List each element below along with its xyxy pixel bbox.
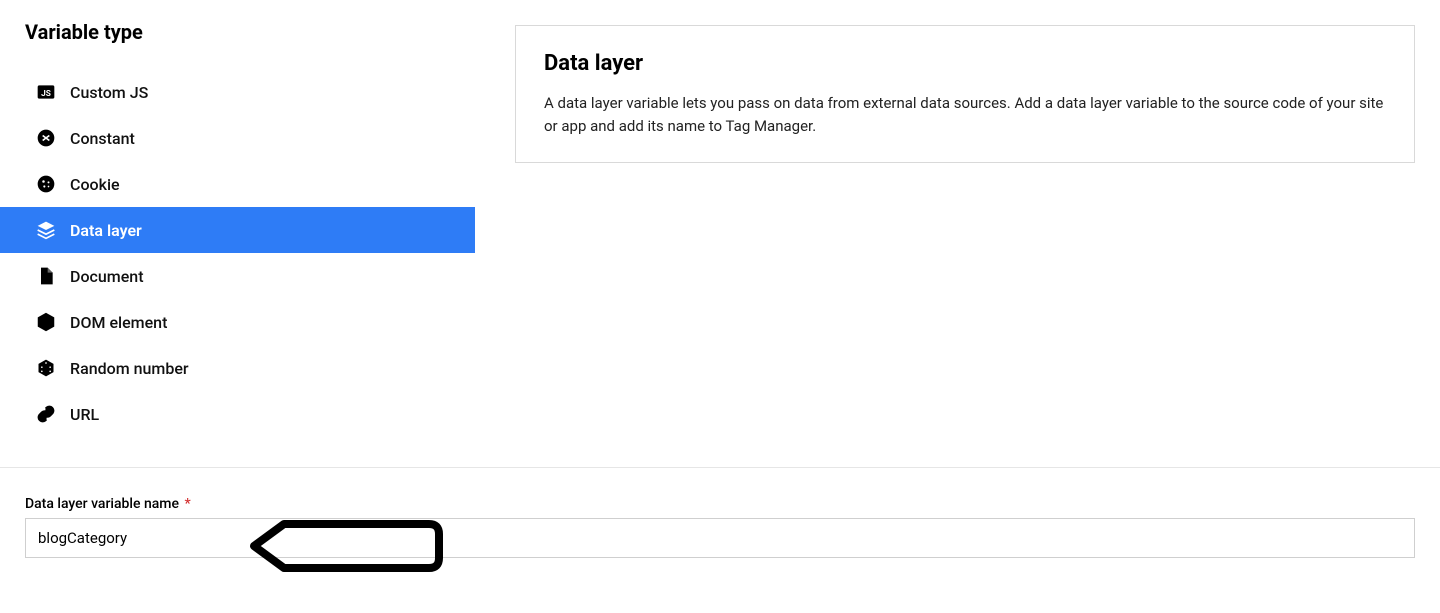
sidebar-title: Variable type — [25, 20, 475, 44]
var-item-constant[interactable]: Constant — [0, 115, 475, 161]
var-item-url[interactable]: URL — [0, 391, 475, 437]
svg-text:JS: JS — [41, 89, 51, 99]
detail-panel: Data layer A data layer variable lets yo… — [515, 20, 1440, 437]
cookie-icon — [36, 174, 56, 194]
var-item-label: Random number — [70, 359, 189, 378]
upper-section: Variable type JS Custom JS Constant — [0, 0, 1440, 467]
var-item-document[interactable]: Document — [0, 253, 475, 299]
var-item-label: Document — [70, 267, 144, 286]
variable-name-input[interactable] — [25, 518, 1415, 558]
detail-title: Data layer — [544, 51, 1386, 76]
variable-type-sidebar: Variable type JS Custom JS Constant — [25, 20, 475, 437]
form-section: Data layer variable name * — [0, 468, 1440, 566]
variable-type-list: JS Custom JS Constant Cookie — [0, 69, 475, 437]
var-item-data-layer[interactable]: Data layer — [0, 207, 475, 253]
var-item-label: Data layer — [70, 221, 142, 240]
cube-icon — [36, 312, 56, 332]
var-item-label: DOM element — [70, 313, 167, 332]
constant-icon — [36, 128, 56, 148]
document-icon — [36, 266, 56, 286]
link-icon — [36, 404, 56, 424]
variable-name-label: Data layer variable name * — [25, 496, 191, 512]
required-mark: * — [184, 496, 190, 512]
var-item-dom-element[interactable]: DOM element — [0, 299, 475, 345]
label-text: Data layer variable name — [25, 496, 179, 512]
detail-description: A data layer variable lets you pass on d… — [544, 92, 1386, 137]
detail-box: Data layer A data layer variable lets yo… — [515, 25, 1415, 163]
var-item-label: Cookie — [70, 175, 120, 194]
js-icon: JS — [36, 82, 56, 102]
dice-icon — [36, 358, 56, 378]
var-item-cookie[interactable]: Cookie — [0, 161, 475, 207]
layers-icon — [36, 220, 56, 240]
var-item-label: URL — [70, 405, 99, 424]
var-item-random-number[interactable]: Random number — [0, 345, 475, 391]
page-root: Variable type JS Custom JS Constant — [0, 0, 1440, 566]
var-item-label: Constant — [70, 129, 135, 148]
var-item-custom-js[interactable]: JS Custom JS — [0, 69, 475, 115]
var-item-label: Custom JS — [70, 83, 148, 102]
